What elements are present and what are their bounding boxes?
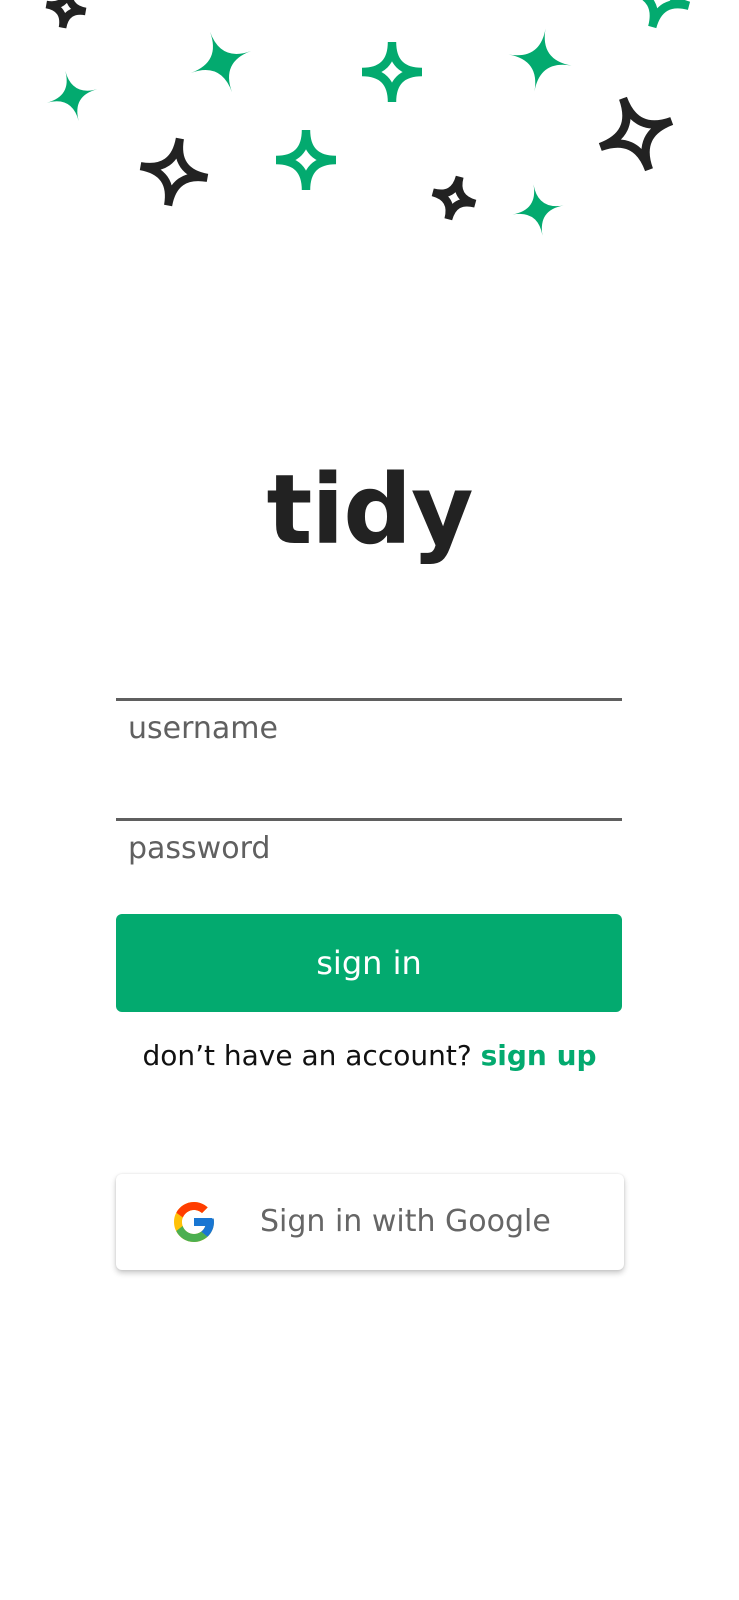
sparkle-icon <box>362 42 422 102</box>
sparkle-icon <box>507 179 569 241</box>
signup-prompt: don’t have an account? sign up <box>0 1034 739 1078</box>
sparkle-icon <box>276 130 336 190</box>
sparkle-icon <box>623 0 696 35</box>
google-sign-in-button[interactable]: Sign in with Google <box>116 1174 624 1270</box>
username-field <box>116 698 624 784</box>
app-logo: tidy <box>266 454 473 566</box>
sparkle-icon <box>427 171 481 225</box>
google-g-icon <box>174 1202 214 1242</box>
sparkle-icon <box>43 0 89 31</box>
password-input[interactable] <box>116 824 624 872</box>
sparkle-icon <box>40 64 104 128</box>
sparkle-decoration <box>0 0 739 241</box>
sparkle-icon <box>502 22 578 98</box>
password-underline <box>116 818 622 821</box>
sparkle-icon <box>179 20 263 104</box>
username-input[interactable] <box>116 704 624 752</box>
sign-in-button[interactable]: sign in <box>116 914 622 1012</box>
sparkle-icon <box>135 133 214 212</box>
sparkle-icon <box>587 85 684 182</box>
no-account-text: don’t have an account? <box>142 1039 481 1072</box>
sign-up-link[interactable]: sign up <box>481 1039 597 1072</box>
google-sign-in-label: Sign in with Google <box>260 1204 551 1239</box>
password-field <box>116 818 624 904</box>
username-underline <box>116 698 622 701</box>
